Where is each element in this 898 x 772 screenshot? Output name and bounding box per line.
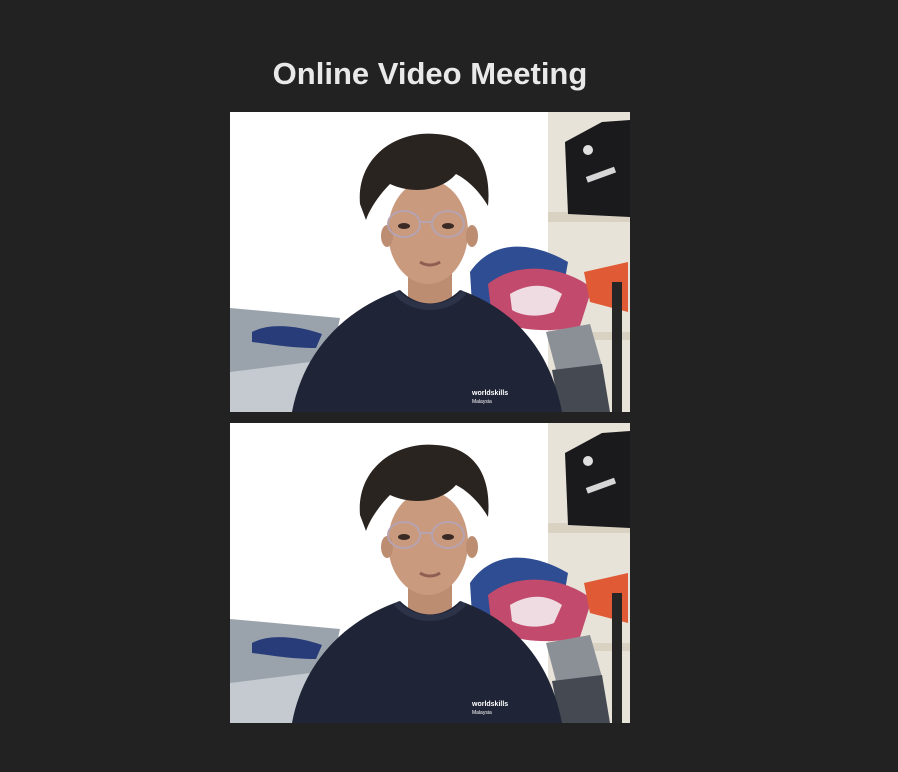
shirt-logo-subtext: Malaysia	[472, 710, 492, 716]
shirt-logo-text: worldskills	[471, 701, 508, 708]
page-title: Online Video Meeting	[272, 56, 588, 91]
video-frame: worldskills Malaysia	[230, 112, 630, 412]
remote-video[interactable]: worldskills Malaysia	[230, 423, 630, 723]
local-video[interactable]: worldskills Malaysia	[230, 112, 630, 412]
video-frame: worldskills Malaysia	[230, 423, 630, 723]
shirt-logo-text: worldskills	[471, 390, 508, 397]
shirt-logo-subtext: Malaysia	[472, 399, 492, 405]
meeting-page: Online Video Meeting worldskills Malaysi…	[0, 0, 898, 772]
